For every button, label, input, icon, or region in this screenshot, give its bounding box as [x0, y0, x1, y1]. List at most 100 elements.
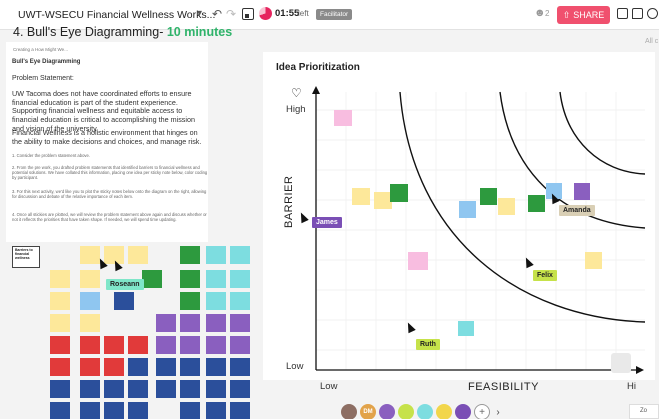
- plotted-sticky[interactable]: [585, 252, 602, 269]
- plotted-sticky[interactable]: [458, 321, 474, 336]
- step-3: 3. For this next activity, we'd like you…: [12, 189, 207, 200]
- sticky-note[interactable]: [206, 292, 226, 310]
- sticky-note[interactable]: [230, 358, 250, 376]
- sticky-note[interactable]: [180, 358, 200, 376]
- step-4: 4. Once all stickies are plotted, we wil…: [12, 212, 207, 223]
- sticky-note[interactable]: [80, 336, 100, 354]
- plotted-sticky[interactable]: [334, 110, 352, 126]
- x-low-label: Low: [320, 381, 338, 392]
- sticky-note[interactable]: [230, 246, 250, 264]
- minimap-button[interactable]: [611, 353, 631, 373]
- sticky-note[interactable]: [230, 314, 250, 332]
- sticky-note[interactable]: [50, 358, 70, 376]
- sticky-note[interactable]: [180, 246, 200, 264]
- sticky-note[interactable]: [142, 270, 162, 288]
- sticky-note[interactable]: [230, 402, 250, 419]
- sticky-note[interactable]: [104, 336, 124, 354]
- plotted-sticky[interactable]: [352, 188, 370, 205]
- sticky-note[interactable]: [180, 292, 200, 310]
- sticky-note[interactable]: [156, 358, 176, 376]
- heart-icon[interactable]: ♡: [291, 86, 302, 100]
- sticky-note[interactable]: [80, 380, 100, 398]
- sticky-note[interactable]: [128, 380, 148, 398]
- sticky-note[interactable]: [104, 380, 124, 398]
- barriers-card[interactable]: Barriers to financial wellness: [12, 246, 40, 268]
- sticky-note[interactable]: [156, 336, 176, 354]
- sticky-note[interactable]: [206, 380, 226, 398]
- all-comments-label[interactable]: All c: [645, 38, 658, 45]
- sticky-note[interactable]: [128, 358, 148, 376]
- sticky-note[interactable]: [104, 358, 124, 376]
- undo-icon[interactable]: ↶: [212, 7, 222, 21]
- search-icon[interactable]: [647, 8, 658, 19]
- sticky-note[interactable]: [80, 314, 100, 332]
- comment-icon[interactable]: [632, 8, 643, 19]
- sticky-note[interactable]: [206, 314, 226, 332]
- avatar[interactable]: [341, 404, 357, 419]
- copy-icon[interactable]: [617, 8, 628, 19]
- sticky-note[interactable]: [230, 336, 250, 354]
- plotted-sticky[interactable]: [408, 252, 428, 270]
- sticky-note[interactable]: [230, 292, 250, 310]
- sticky-note[interactable]: [104, 402, 124, 419]
- sticky-note[interactable]: [50, 314, 70, 332]
- sticky-note[interactable]: [156, 380, 176, 398]
- avatar[interactable]: [379, 404, 395, 419]
- sticky-note[interactable]: [80, 292, 100, 310]
- step-1: 1. Consider the problem statement above.: [12, 153, 90, 158]
- sticky-note[interactable]: [50, 402, 70, 419]
- frame-title: Idea Prioritization: [276, 62, 360, 73]
- plotted-sticky[interactable]: [480, 188, 497, 205]
- sticky-note[interactable]: [50, 270, 70, 288]
- sticky-note[interactable]: [128, 336, 148, 354]
- frame-icon[interactable]: [242, 8, 254, 20]
- sticky-note[interactable]: [80, 402, 100, 419]
- avatar[interactable]: [417, 404, 433, 419]
- sticky-note[interactable]: [180, 380, 200, 398]
- sticky-note[interactable]: [50, 292, 70, 310]
- sticky-note[interactable]: [50, 336, 70, 354]
- avatar[interactable]: [455, 404, 471, 419]
- sticky-note[interactable]: [206, 402, 226, 419]
- plotted-sticky[interactable]: [574, 183, 590, 200]
- plotted-sticky[interactable]: [528, 195, 545, 212]
- sticky-note[interactable]: [156, 314, 176, 332]
- x-high-label: Hi: [627, 381, 636, 392]
- chevron-right-icon[interactable]: ›: [490, 404, 506, 419]
- sticky-note[interactable]: [128, 402, 148, 419]
- sticky-note[interactable]: [50, 380, 70, 398]
- sticky-note[interactable]: [206, 358, 226, 376]
- plotted-sticky[interactable]: [498, 198, 515, 215]
- chevron-down-icon[interactable]: ▾: [197, 8, 202, 19]
- zoom-control[interactable]: Zo: [629, 404, 659, 419]
- avatar[interactable]: [436, 404, 452, 419]
- sticky-note[interactable]: [206, 336, 226, 354]
- plotted-sticky[interactable]: [459, 201, 476, 218]
- plotted-sticky[interactable]: [390, 184, 408, 202]
- sticky-note[interactable]: [180, 314, 200, 332]
- avatar[interactable]: [398, 404, 414, 419]
- add-participant-icon[interactable]: +: [474, 404, 490, 419]
- sticky-note[interactable]: [230, 270, 250, 288]
- share-button[interactable]: ⇧ SHARE: [557, 6, 610, 24]
- sticky-note[interactable]: [180, 336, 200, 354]
- problem-statement: UW Tacoma does not have coordinated effo…: [12, 89, 195, 133]
- sticky-note[interactable]: [180, 402, 200, 419]
- timer-icon[interactable]: [259, 7, 272, 20]
- sticky-note[interactable]: [180, 270, 200, 288]
- y-axis-title: BARRIER: [283, 175, 295, 228]
- redo-icon[interactable]: ↷: [226, 7, 236, 21]
- sticky-note[interactable]: [80, 270, 100, 288]
- sticky-note[interactable]: [230, 380, 250, 398]
- avatar-dm[interactable]: DM: [360, 404, 376, 419]
- upload-icon: ⇧: [562, 9, 571, 20]
- user-icon[interactable]: ☻: [534, 7, 546, 19]
- sticky-note[interactable]: [80, 358, 100, 376]
- facilitator-badge[interactable]: Facilitator: [316, 9, 353, 20]
- sticky-note[interactable]: [128, 246, 148, 264]
- sticky-note[interactable]: [114, 292, 134, 310]
- sticky-note[interactable]: [206, 246, 226, 264]
- board-title[interactable]: UWT-WSECU Financial Wellness Works...: [18, 9, 215, 21]
- cursor-tag-amanda: Amanda: [559, 205, 595, 216]
- sticky-note[interactable]: [206, 270, 226, 288]
